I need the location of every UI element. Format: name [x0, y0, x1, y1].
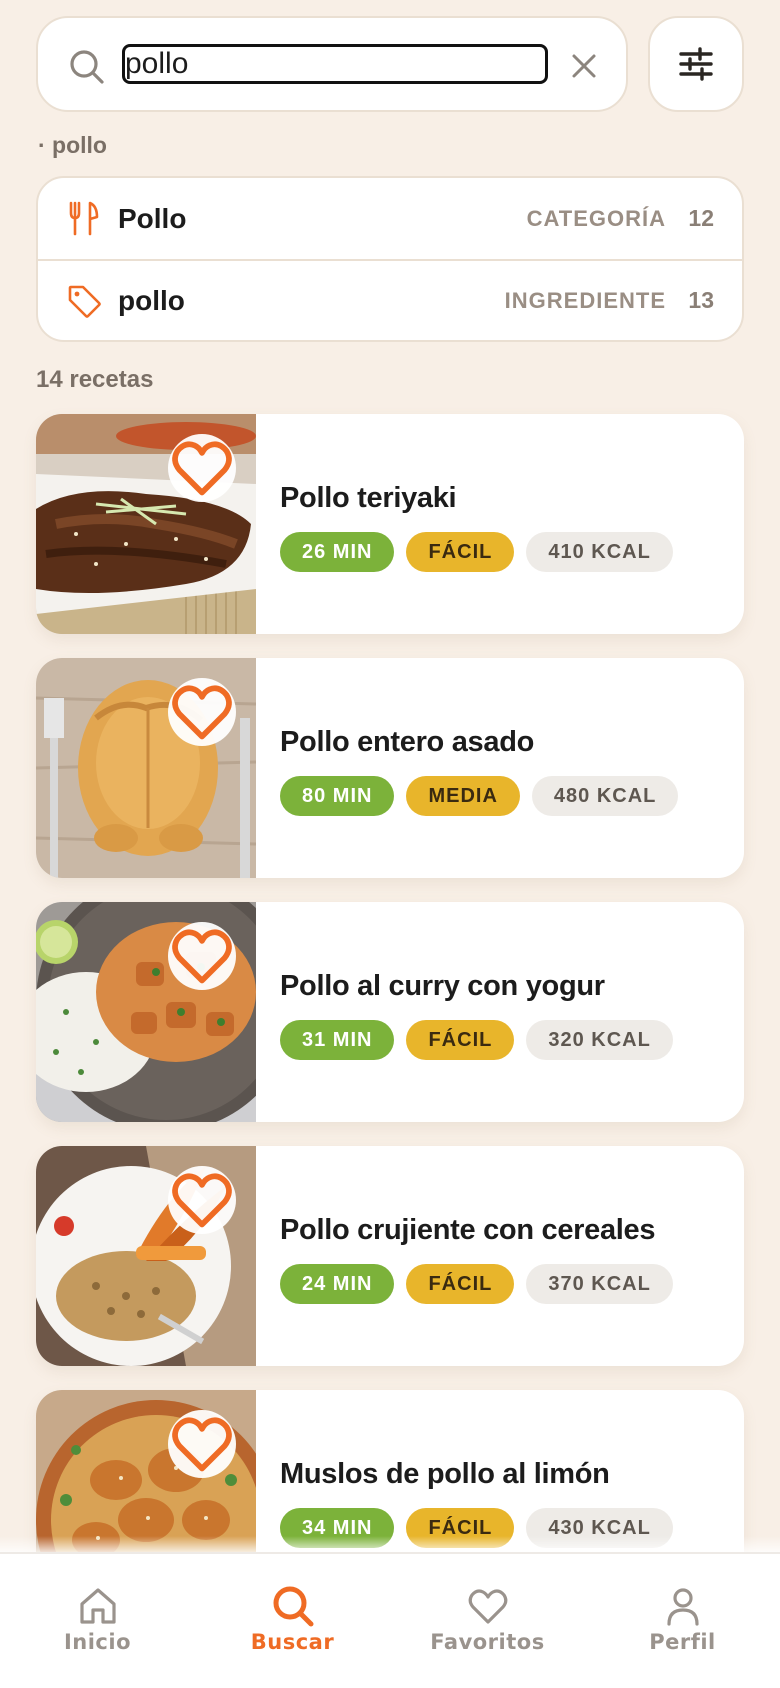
home-icon — [79, 1588, 116, 1624]
favorite-button[interactable] — [168, 1410, 236, 1478]
recipe-image — [36, 1146, 256, 1366]
favorite-button[interactable] — [168, 434, 236, 502]
search-input[interactable] — [122, 44, 548, 84]
nav-item-favoritos[interactable]: Favoritos — [390, 1554, 585, 1688]
recipe-title: Muslos de pollo al limón — [280, 1458, 610, 1490]
nav-item-perfil[interactable]: Perfil — [585, 1554, 780, 1688]
suggestion-ingredient-pollo[interactable]: pollo INGREDIENTE 13 — [38, 259, 742, 340]
nav-label: Favoritos — [430, 1630, 545, 1654]
suggestion-list: Pollo CATEGORÍA 12 pollo INGREDIENTE 13 — [36, 176, 744, 342]
recipe-chips: 24 MIN FÁCIL 370 KCAL — [280, 1264, 673, 1304]
sliders-icon — [679, 47, 713, 81]
time-chip: 31 MIN — [280, 1020, 395, 1060]
recipe-card[interactable]: Pollo crujiente con cereales 24 MIN FÁCI… — [36, 1146, 744, 1366]
suggestion-name: Pollo — [118, 202, 187, 234]
difficulty-chip: MEDIA — [406, 776, 520, 816]
recipe-image — [36, 658, 256, 878]
heart-icon — [172, 685, 232, 740]
time-chip: 26 MIN — [280, 532, 395, 572]
suggestion-count: 12 — [688, 205, 714, 231]
kcal-chip: 480 KCAL — [531, 776, 679, 816]
recipe-title: Pollo al curry con yogur — [280, 970, 605, 1002]
fork-knife-icon — [69, 201, 99, 236]
filter-button[interactable] — [648, 16, 744, 112]
heart-icon — [172, 1417, 232, 1472]
heart-icon — [172, 1173, 232, 1228]
tag-icon — [68, 285, 101, 318]
nav-label: Buscar — [250, 1630, 335, 1654]
nav-item-inicio[interactable]: Inicio — [0, 1554, 195, 1688]
suggestion-type: CATEGORÍA — [526, 205, 666, 231]
favorite-button[interactable] — [168, 922, 236, 990]
results-count: 14 recetas — [36, 366, 154, 393]
recipe-card[interactable]: Pollo al curry con yogur 31 MIN FÁCIL 32… — [36, 902, 744, 1122]
nav-label: Inicio — [63, 1630, 132, 1654]
difficulty-chip: FÁCIL — [406, 1020, 515, 1060]
time-chip: 24 MIN — [280, 1264, 395, 1304]
favorite-button[interactable] — [168, 678, 236, 746]
kcal-chip: 320 KCAL — [526, 1020, 673, 1060]
nav-label: Perfil — [649, 1630, 716, 1654]
search-row — [36, 16, 744, 112]
nav-item-buscar[interactable]: Buscar — [195, 1554, 390, 1688]
kcal-chip: 370 KCAL — [526, 1264, 673, 1304]
search-box — [36, 16, 628, 112]
heart-icon — [172, 929, 232, 984]
bottom-nav: Inicio Buscar Favoritos Perfil — [0, 1552, 780, 1688]
recipe-image — [36, 902, 256, 1122]
kcal-chip: 410 KCAL — [526, 532, 673, 572]
recipe-card[interactable]: Pollo teriyaki 26 MIN FÁCIL 410 KCAL — [36, 414, 744, 634]
favorite-button[interactable] — [168, 1166, 236, 1234]
recipe-title: Pollo teriyaki — [280, 482, 457, 514]
recipe-title: Pollo entero asado — [280, 726, 535, 758]
recipe-card[interactable]: Pollo entero asado 80 MIN MEDIA 480 KCAL — [36, 658, 744, 878]
difficulty-chip: FÁCIL — [406, 532, 515, 572]
recipe-title: Pollo crujiente con cereales — [280, 1214, 656, 1246]
search-query-label: · pollo — [38, 132, 107, 158]
recipe-chips: 31 MIN FÁCIL 320 KCAL — [280, 1020, 673, 1060]
suggestion-category-pollo[interactable]: Pollo CATEGORÍA 12 — [38, 178, 742, 259]
recipe-chips: 80 MIN MEDIA 480 KCAL — [280, 776, 679, 816]
search-icon — [273, 1586, 313, 1627]
clear-icon[interactable] — [566, 48, 602, 84]
recipe-image — [36, 414, 256, 634]
time-chip: 80 MIN — [280, 776, 395, 816]
suggestion-type: INGREDIENTE — [504, 287, 666, 313]
recipe-chips: 26 MIN FÁCIL 410 KCAL — [280, 532, 673, 572]
search-icon — [70, 50, 104, 84]
suggestion-name: pollo — [118, 284, 185, 316]
user-icon — [666, 1588, 699, 1626]
heart-icon — [468, 1589, 507, 1624]
suggestion-count: 13 — [688, 287, 714, 313]
difficulty-chip: FÁCIL — [406, 1264, 515, 1304]
heart-icon — [172, 441, 232, 496]
